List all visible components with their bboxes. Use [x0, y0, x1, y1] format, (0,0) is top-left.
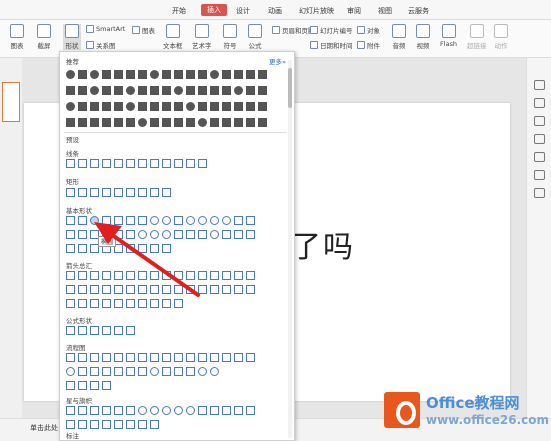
app-window: 开始 插入 设计 动画 幻灯片放映 审阅 视图 云服务 图表 截屏 形状 Sma…	[0, 0, 551, 441]
annotation-arrow	[94, 222, 200, 297]
office-logo-icon	[384, 392, 420, 428]
logo-title: Office教程网	[426, 394, 520, 412]
office26-logo: Office教程网 www.office26.com	[380, 389, 551, 433]
logo-url: www.office26.com	[426, 413, 550, 427]
